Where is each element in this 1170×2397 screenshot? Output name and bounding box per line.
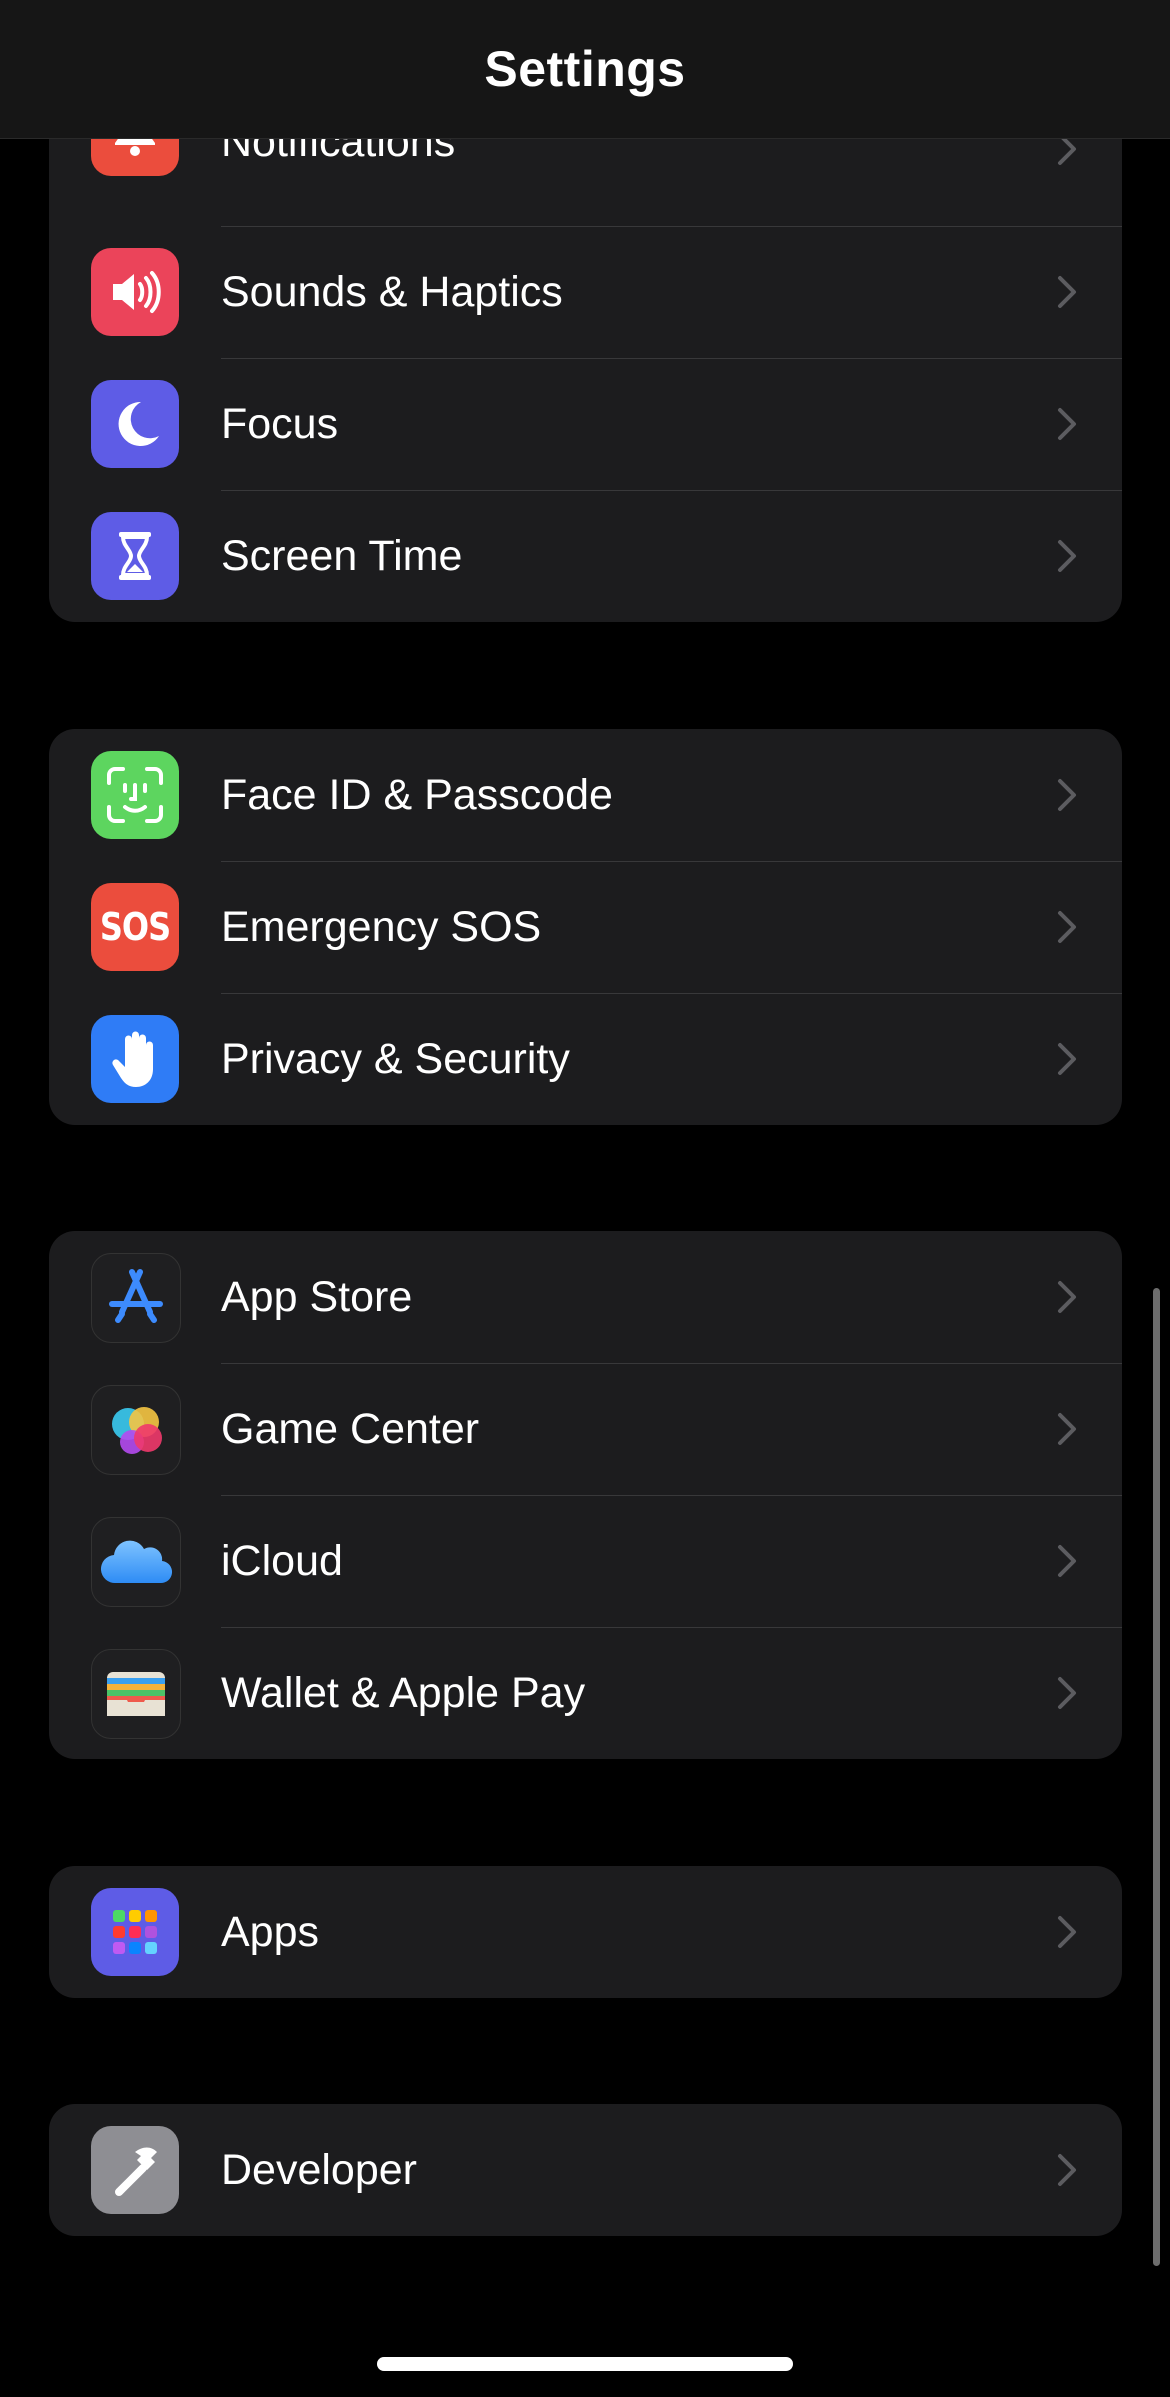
chevron-right-icon [1058, 1043, 1076, 1075]
row-game-center[interactable]: Game Center [49, 1363, 1122, 1495]
wallet-icon [91, 1649, 181, 1739]
row-developer[interactable]: Developer [49, 2104, 1122, 2236]
row-label: Emergency SOS [221, 902, 542, 951]
row-label: Face ID & Passcode [221, 770, 613, 819]
row-icloud[interactable]: iCloud [49, 1495, 1122, 1627]
game-center-icon [91, 1385, 181, 1475]
chevron-right-icon [1058, 779, 1076, 811]
chevron-right-icon [1058, 1545, 1076, 1577]
speaker-icon [91, 248, 179, 336]
row-label: Game Center [221, 1404, 480, 1453]
row-label: iCloud [221, 1536, 343, 1585]
chevron-right-icon [1058, 1413, 1076, 1445]
chevron-right-icon [1058, 540, 1076, 572]
page-title: Settings [484, 41, 686, 97]
settings-group-services: App Store Game Center iCloud Wallet & Ap… [49, 1231, 1122, 1759]
row-label: Focus [221, 399, 339, 448]
face-id-icon [91, 751, 179, 839]
chevron-right-icon [1058, 1677, 1076, 1709]
vertical-scrollbar[interactable] [1153, 1288, 1160, 2266]
row-wallet-apple-pay[interactable]: Wallet & Apple Pay [49, 1627, 1122, 1759]
row-privacy-security[interactable]: Privacy & Security [49, 993, 1122, 1125]
row-label: Wallet & Apple Pay [221, 1668, 586, 1717]
row-screen-time[interactable]: Screen Time [49, 490, 1122, 622]
chevron-right-icon [1058, 2154, 1076, 2186]
sos-icon: SOS [91, 883, 179, 971]
settings-group-security: Face ID & Passcode SOS Emergency SOS Pri… [49, 729, 1122, 1125]
row-label: Sounds & Haptics [221, 267, 563, 316]
row-face-id-passcode[interactable]: Face ID & Passcode [49, 729, 1122, 861]
home-indicator[interactable] [377, 2357, 793, 2371]
apps-grid-icon [91, 1888, 179, 1976]
hourglass-icon [91, 512, 179, 600]
row-emergency-sos[interactable]: SOS Emergency SOS [49, 861, 1122, 993]
row-app-store[interactable]: App Store [49, 1231, 1122, 1363]
settings-group-general: Notifications Sounds & Haptics Focus Scr… [49, 94, 1122, 622]
moon-icon [91, 380, 179, 468]
hand-icon [91, 1015, 179, 1103]
chevron-right-icon [1058, 911, 1076, 943]
app-store-icon [91, 1253, 181, 1343]
row-label: Apps [221, 1907, 320, 1956]
row-apps[interactable]: Apps [49, 1866, 1122, 1998]
cloud-icon [91, 1517, 181, 1607]
chevron-right-icon [1058, 1916, 1076, 1948]
row-label: Developer [221, 2145, 417, 2194]
settings-group-developer: Developer [49, 2104, 1122, 2236]
row-label: Privacy & Security [221, 1034, 570, 1083]
settings-group-apps: Apps [49, 1866, 1122, 1998]
chevron-right-icon [1058, 408, 1076, 440]
row-focus[interactable]: Focus [49, 358, 1122, 490]
navigation-bar: Settings [0, 0, 1170, 139]
hammer-icon [91, 2126, 179, 2214]
chevron-right-icon [1058, 276, 1076, 308]
row-label: Screen Time [221, 531, 463, 580]
row-label: App Store [221, 1272, 413, 1321]
chevron-right-icon [1058, 1281, 1076, 1313]
row-sounds-haptics[interactable]: Sounds & Haptics [49, 226, 1122, 358]
